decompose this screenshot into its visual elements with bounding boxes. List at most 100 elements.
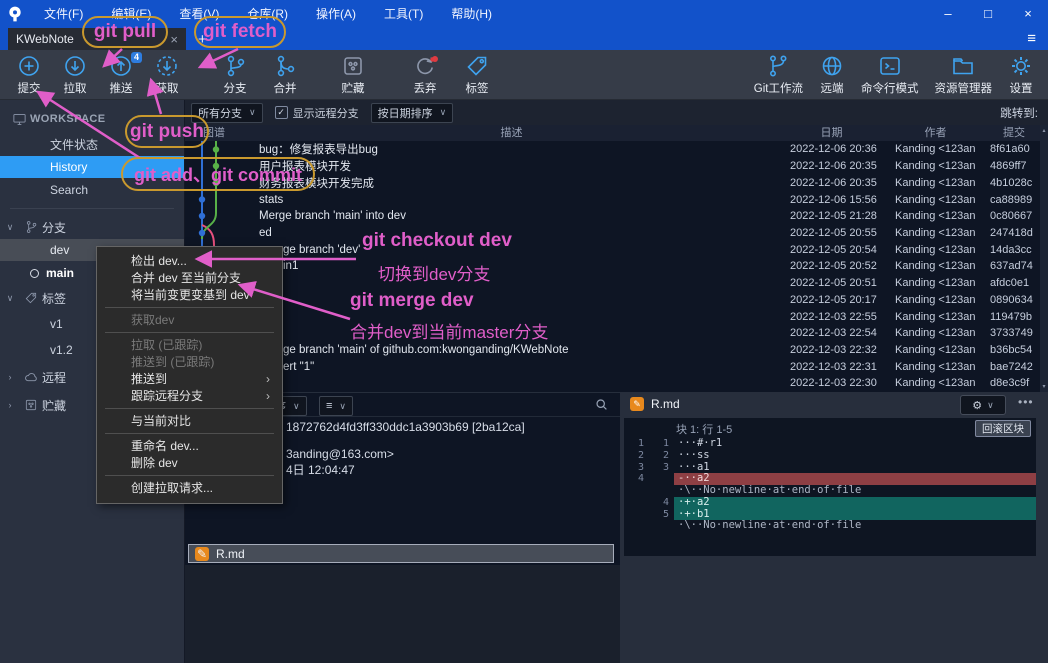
context-menu-item[interactable]: 检出 dev... [97,253,282,270]
scroll-down-icon[interactable]: ▾ [1040,383,1048,390]
minimize-button[interactable]: – [928,0,968,28]
toolbar-remote-button[interactable]: 远端 [811,52,853,98]
close-button[interactable]: × [1008,0,1048,28]
context-menu-item[interactable]: 删除 dev [97,455,282,472]
commit-date: 2022-12-06 20:36 [790,143,877,156]
toolbar-pull-button[interactable]: 拉取 [52,52,98,98]
table-row[interactable]: in1 2022-12-05 20:52 Kanding <123an 637ad74 [185,258,1040,275]
toolbar-push-button[interactable]: 推送 4 [98,51,144,98]
sort-order-dropdown[interactable]: 按日期排序 ∨ [370,102,454,123]
workspace-header: WORKSPACE [0,106,184,132]
context-menu-item[interactable]: 将当前变更变基到 dev [97,287,282,304]
toolbar-fetch-button[interactable]: 获取 [144,52,190,98]
table-row[interactable]: ge branch 'main' of github.com:kwongandi… [185,342,1040,359]
column-header-graph[interactable]: 图谱 [185,125,243,141]
chevron-down-icon: ∨ [339,400,347,411]
column-header-commit[interactable]: 提交 [988,125,1040,141]
sidebar-item-search[interactable]: Search [0,178,184,202]
context-menu-item[interactable]: 与当前对比 [97,413,282,430]
column-header-author[interactable]: 作者 [883,125,988,141]
checkbox-checked-icon[interactable]: ✓ [274,106,288,119]
table-row[interactable]: Merge branch 'main' into dev 2022-12-05 2… [185,208,1040,225]
menu-item[interactable]: 查看(V) [165,7,233,21]
sidebar-item-history[interactable]: History [0,156,184,178]
context-menu-item[interactable]: 合并 dev 至当前分支 [97,270,282,287]
branch-icon [222,53,248,79]
maximize-button[interactable]: □ [968,0,1008,28]
menu-item[interactable]: 编辑(E) [97,7,165,21]
view-mode-dropdown[interactable]: ≡ ∨ [319,396,354,416]
column-header-date[interactable]: 日期 [780,125,883,141]
revert-hunk-button[interactable]: 回滚区块 [975,420,1031,437]
table-row[interactable]: 2022-12-03 22:54 Kanding <123an 3733749 [185,325,1040,342]
toolbar-explorer-button[interactable]: 资源管理器 [927,52,1001,98]
diff-line-text: ···#·r1 [678,437,723,449]
new-tab-button[interactable]: + [198,30,207,50]
sidebar-section-branches[interactable]: ∨ 分支 [0,215,184,239]
toolbar-settings-button[interactable]: 设置 [1000,52,1042,98]
commit-date: 2022-12-05 20:52 [790,260,877,273]
modified-file-icon: ✎ [195,546,209,561]
table-row[interactable]: stats 2022-12-06 15:56 Kanding <123an ca889… [185,191,1040,208]
table-row[interactable]: 2022-12-05 20:51 Kanding <123an afdc0e1 [185,275,1040,292]
toolbar-tag-button[interactable]: 标签 [454,52,500,98]
table-row[interactable]: ert "1" 2022-12-03 22:31 Kanding <123an bae… [185,358,1040,375]
commit-author: Kanding <123an [895,260,976,273]
toolbar-gitflow-button[interactable]: Git工作流 [746,52,811,98]
old-line-number: 3 [624,461,649,474]
table-row[interactable]: 2022-12-03 22:30 Kanding <123an d8e3c9f [185,375,1040,392]
tab-close-icon[interactable]: × [170,32,178,47]
context-menu-item[interactable]: 推送到 › [97,371,282,388]
menu-item[interactable]: 帮助(H) [437,7,506,21]
context-menu-item[interactable]: 跟踪远程分支 › [97,388,282,405]
hamburger-menu-icon[interactable]: ≡ [1027,30,1036,47]
new-line-number [649,485,674,497]
menu-item[interactable]: 仓库(R) [233,7,302,21]
file-list-item-rmd[interactable]: ✎ R.md [188,544,614,563]
cloud-icon [20,370,42,385]
commit-hash: bae7242 [990,360,1033,373]
branch-filter-dropdown[interactable]: 所有分支 ∨ [191,102,263,123]
tab-label: KWebNote [16,32,74,46]
toolbar-discard-button[interactable]: 丢弃 [402,52,448,98]
table-row[interactable]: 2022-12-03 22:55 Kanding <123an 119479b [185,308,1040,325]
commit-hash: 0c80667 [990,210,1033,223]
diff-line: 4 ·+·a2 [624,496,1036,509]
toolbar-stash-button[interactable]: 贮藏 [330,52,376,98]
show-remote-checkbox-group[interactable]: ✓ 显示远程分支 [274,105,359,121]
sidebar-item-file-status[interactable]: 文件状态 [0,132,184,156]
menu-item[interactable]: 操作(A) [302,7,370,21]
menu-item[interactable]: 工具(T) [370,7,437,21]
history-scrollbar[interactable]: ▴ ▾ [1040,125,1048,392]
diff-options-button[interactable]: ⚙ ∨ [960,395,1006,415]
table-row[interactable]: 用户报表模块开发 2022-12-06 20:35 Kanding <123an 48… [185,158,1040,175]
context-menu-item[interactable]: 重命名 dev... [97,438,282,455]
scroll-up-icon[interactable]: ▴ [1040,127,1048,134]
search-icon[interactable] [595,398,608,416]
commit-date: 2022-12-03 22:32 [790,343,877,356]
commit-author: Kanding <123an [895,360,976,373]
table-row[interactable]: 财务报表模块开发完成 2022-12-06 20:35 Kanding <123an… [185,174,1040,191]
old-line-number [624,520,649,532]
toolbar-button-label: 合并 [273,83,297,95]
diff-file-name: R.md [651,397,680,411]
commit-description: ert "1" [283,360,315,373]
old-line-number [624,485,649,497]
column-header-description[interactable]: 描述 [243,125,780,141]
more-options-button[interactable]: ••• [1018,395,1034,409]
commit-metadata-line: 1872762d4fd3ff330ddc1a3903b69 [2ba12ca] [286,420,525,434]
tab-kwebnote[interactable]: KWebNote × [8,28,186,50]
menu-bar: 文件(F) 编辑(E) 查看(V) 仓库(R) 操作(A) 工具(T) 帮助(H) [30,0,506,28]
table-row[interactable]: ed 2022-12-05 20:55 Kanding <123an 247418d [185,225,1040,242]
toolbar-terminal-button[interactable]: 命令行模式 [853,52,927,98]
toolbar-branch-button[interactable]: 分支 [212,52,258,98]
toolbar-commit-button[interactable]: 提交 [6,52,52,98]
commit-hash: d8e3c9f [990,377,1030,390]
table-row[interactable]: ge branch 'dev' 2022-12-05 20:54 Kanding <… [185,241,1040,258]
toolbar-merge-button[interactable]: 合并 [262,52,308,98]
context-menu-item[interactable]: 创建拉取请求... [97,480,282,497]
menu-item[interactable]: 文件(F) [30,7,97,21]
table-row[interactable]: bug：修复报表导出bug 2022-12-06 20:36 Kanding <12… [185,141,1040,158]
table-row[interactable]: 2022-12-05 20:17 Kanding <123an 0890634 [185,291,1040,308]
commit-description: ge branch 'main' of github.com:kwongandi… [283,343,569,356]
